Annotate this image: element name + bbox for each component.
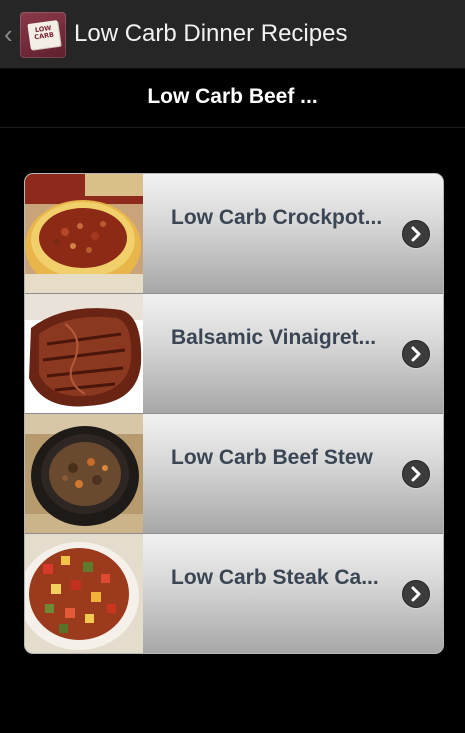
- chevron-right-circle-icon[interactable]: [402, 580, 430, 608]
- book-icon: LOW CARB: [27, 20, 61, 50]
- app-icon-text: LOW CARB: [33, 23, 55, 42]
- recipe-thumbnail-casserole: [25, 534, 143, 653]
- chevron-right-circle-icon[interactable]: [402, 340, 430, 368]
- chevron-left-icon[interactable]: ‹: [4, 20, 18, 48]
- recipe-label: Balsamic Vinaigret...: [171, 326, 377, 349]
- recipe-row-crockpot[interactable]: Low Carb Crockpot...: [25, 174, 443, 294]
- recipe-label: Low Carb Steak Ca...: [171, 566, 379, 589]
- recipe-list: Low Carb Crockpot... Balsamic Vinaigret.…: [24, 173, 444, 654]
- app-title: Low Carb Dinner Recipes: [74, 20, 348, 47]
- recipe-row-balsamic[interactable]: Balsamic Vinaigret...: [25, 294, 443, 414]
- recipe-row-beef-stew[interactable]: Low Carb Beef Stew: [25, 414, 443, 534]
- action-bar: ‹ LOW CARB Low Carb Dinner Recipes: [0, 0, 465, 69]
- chevron-right-circle-icon[interactable]: [402, 220, 430, 248]
- recipe-thumbnail-chili: [25, 174, 143, 293]
- chevron-right-circle-icon[interactable]: [402, 460, 430, 488]
- app-icon[interactable]: LOW CARB: [20, 12, 66, 58]
- recipe-row-steak-casserole[interactable]: Low Carb Steak Ca...: [25, 534, 443, 653]
- recipe-thumbnail-stew: [25, 414, 143, 533]
- recipe-thumbnail-steak: [25, 294, 143, 413]
- screen: ‹ LOW CARB Low Carb Dinner Recipes Low C…: [0, 0, 465, 733]
- recipe-label: Low Carb Crockpot...: [171, 206, 383, 229]
- category-title: Low Carb Beef ...: [147, 85, 318, 108]
- recipe-label: Low Carb Beef Stew: [171, 446, 373, 469]
- category-header: Low Carb Beef ...: [0, 69, 465, 128]
